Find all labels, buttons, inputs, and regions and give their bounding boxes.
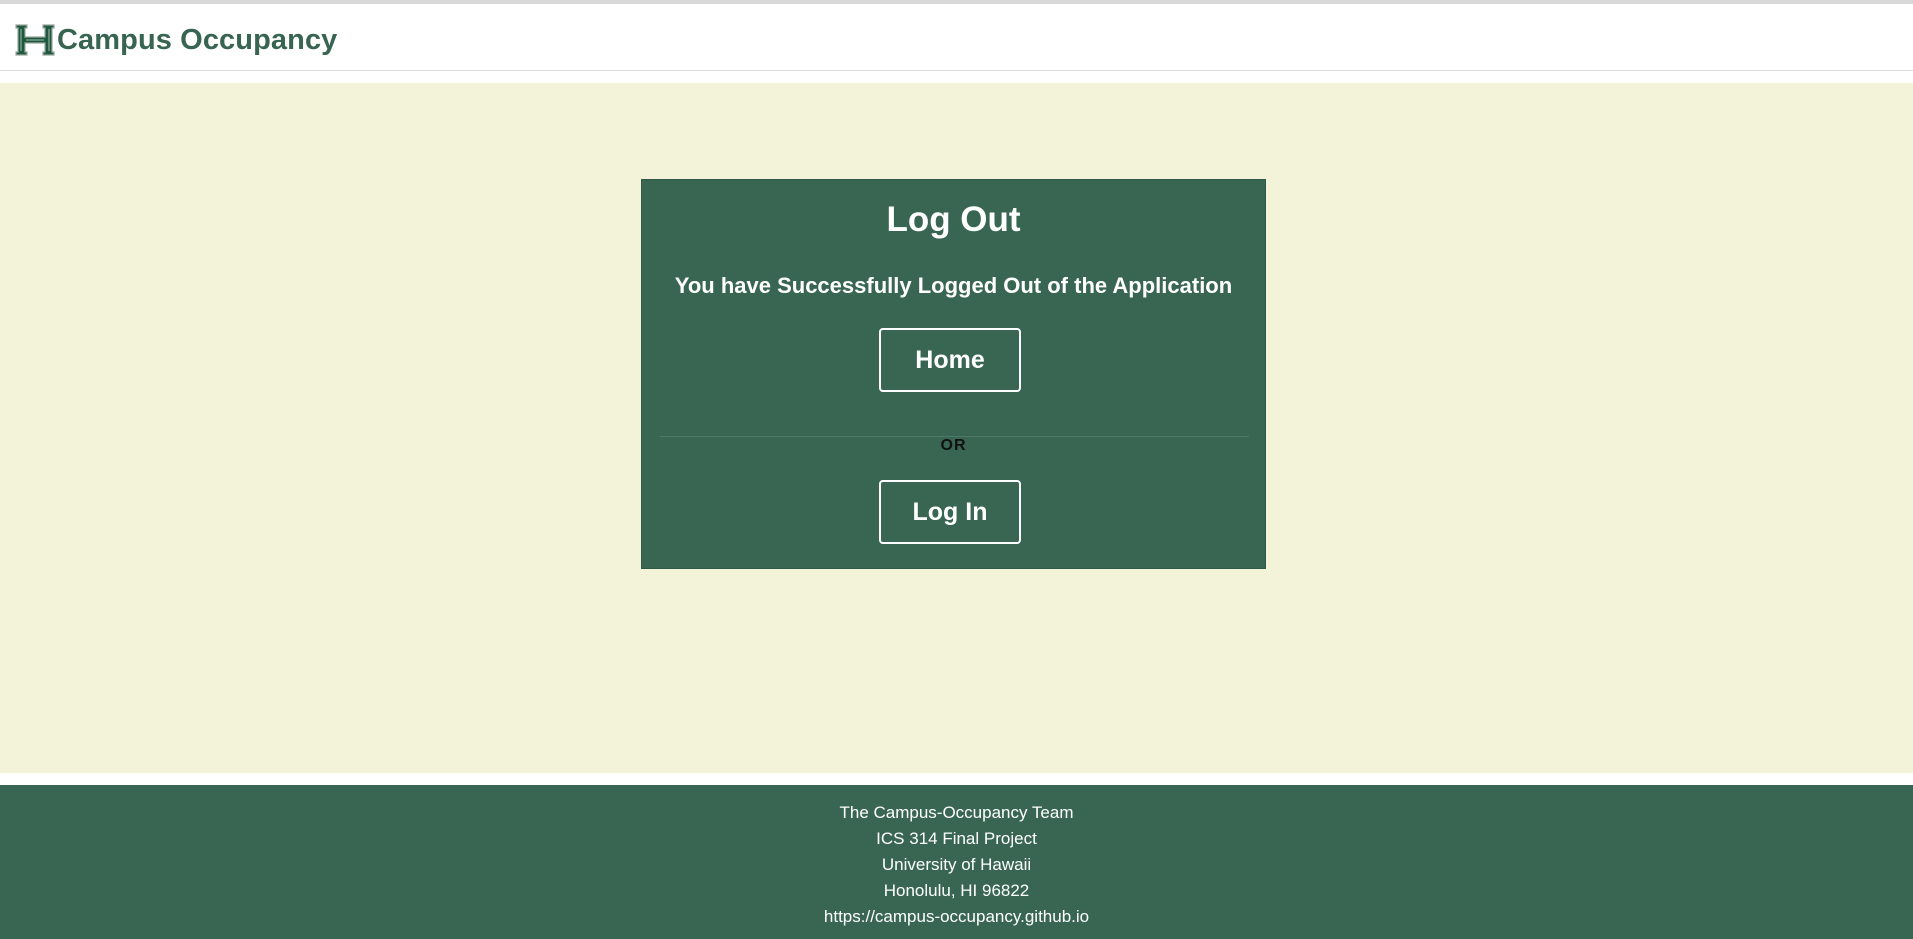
main-content: Log Out You have Successfully Logged Out… [0,83,1913,773]
footer-website-link[interactable]: https://campus-occupancy.github.io [0,904,1913,930]
or-divider-label: OR [940,437,967,454]
uh-h-logo-icon [14,23,56,57]
login-button[interactable]: Log In [879,480,1021,544]
brand-home-link[interactable]: Campus Occupancy [14,20,337,60]
footer-project: ICS 314 Final Project [876,829,1037,848]
logout-message: You have Successfully Logged Out of the … [674,273,1233,298]
brand-title: Campus Occupancy [57,23,338,56]
logout-title: Log Out [886,200,1021,239]
home-button[interactable]: Home [879,328,1021,392]
footer-team: The Campus-Occupancy Team [839,803,1074,822]
navbar: Campus Occupancy [0,4,1913,71]
footer-university: University of Hawaii [881,855,1032,874]
logout-card: Log Out You have Successfully Logged Out… [641,179,1266,569]
footer: The Campus-Occupancy Team ICS 314 Final … [0,785,1913,939]
footer-address: Honolulu, HI 96822 [883,881,1030,900]
